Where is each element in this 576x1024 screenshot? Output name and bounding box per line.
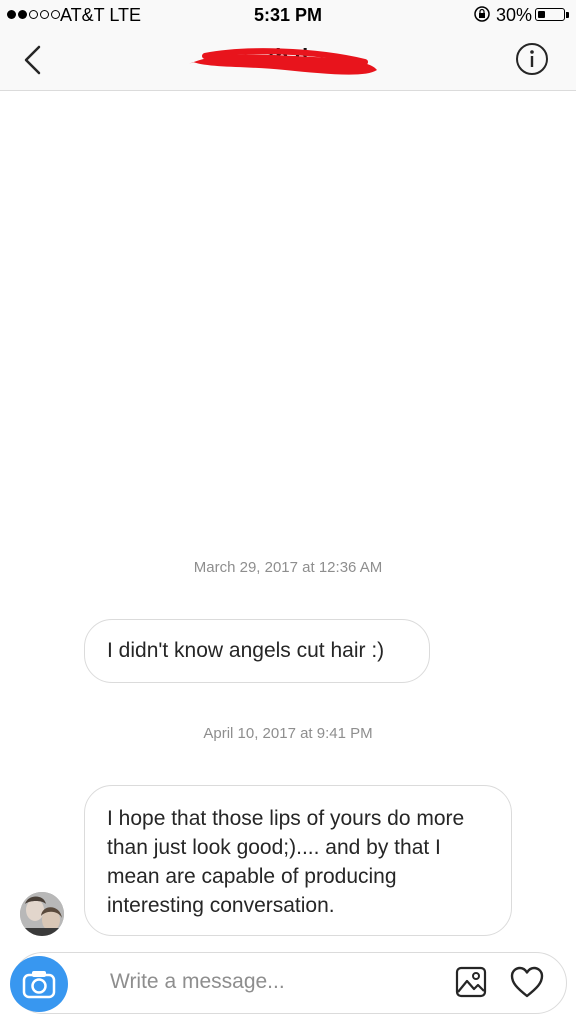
signal-dot: [40, 10, 49, 19]
signal-dot: [18, 10, 27, 19]
status-bar: AT&T LTE 5:31 PM 30%: [0, 0, 576, 30]
chat-header: th d: [0, 30, 576, 91]
gallery-icon[interactable]: [455, 966, 487, 998]
battery-percentage: 30%: [496, 5, 533, 25]
battery-level-fill: [537, 10, 545, 18]
message-timestamp: March 29, 2017 at 12:36 AM: [193, 559, 383, 576]
signal-dot: [7, 10, 16, 19]
message-input[interactable]: [96, 962, 464, 1002]
avatar-photo: [20, 892, 64, 936]
signal-dot: [51, 10, 60, 19]
carrier-label: AT&T LTE: [60, 5, 142, 25]
battery-icon: [535, 8, 565, 21]
message-bubble[interactable]: I didn't know angels cut hair :): [84, 619, 430, 683]
info-icon[interactable]: [515, 42, 549, 76]
rotation-lock-icon: [474, 6, 490, 22]
heart-icon[interactable]: [509, 965, 545, 999]
redaction-scribble: [189, 48, 377, 75]
message-bubble[interactable]: I hope that those lips of yours do more …: [84, 785, 512, 936]
message-timestamp: April 10, 2017 at 9:41 PM: [203, 725, 373, 742]
camera-button[interactable]: [10, 956, 68, 1012]
camera-icon: [22, 971, 56, 999]
battery-tip: [566, 12, 569, 18]
sender-avatar[interactable]: [20, 892, 64, 936]
signal-dot: [29, 10, 38, 19]
signal-strength-icon: [7, 10, 60, 19]
